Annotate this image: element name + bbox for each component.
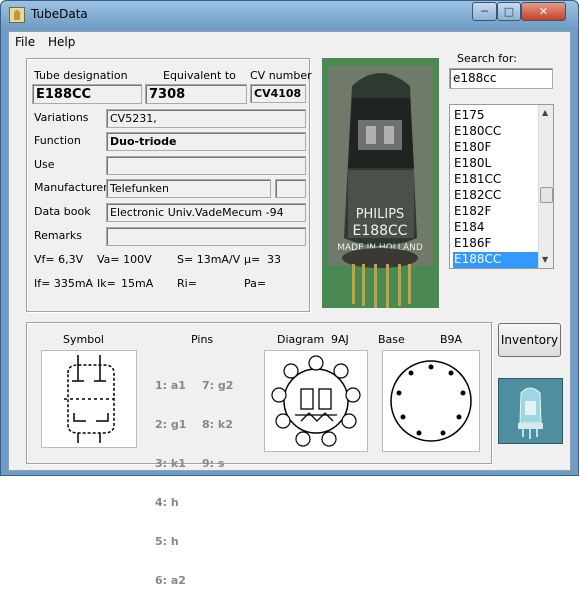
tube-logo-icon <box>499 379 562 443</box>
mu-label: µ= <box>244 253 261 266</box>
connection-svg <box>271 355 361 447</box>
ri-value: Ri= <box>177 277 197 290</box>
equivalent-field[interactable]: 7308 <box>145 84 247 104</box>
list-item[interactable]: E181CC <box>453 172 539 188</box>
cv-label: CV number <box>250 69 312 82</box>
use-field[interactable] <box>106 156 306 175</box>
search-input[interactable]: e188cc <box>449 68 553 89</box>
function-field[interactable]: Duo-triode <box>106 132 306 151</box>
ik-value: 15mA <box>121 277 154 290</box>
remarks-label: Remarks <box>34 229 82 242</box>
base-diagram <box>382 350 480 452</box>
databook-field[interactable]: Electronic Univ.VadeMecum -94 <box>106 203 306 222</box>
tube-symbol-diagram <box>41 350 137 448</box>
menu-bar: File Help <box>9 32 570 52</box>
variations-label: Variations <box>34 111 89 124</box>
list-item[interactable]: E186F <box>453 236 539 252</box>
maximize-button[interactable]: □ <box>497 2 521 21</box>
base-svg <box>390 360 472 442</box>
tube-data-panel: Tube designation Equivalent to CV number… <box>26 58 312 312</box>
va-value: Va= 100V <box>97 253 152 266</box>
base-code: B9A <box>440 333 463 346</box>
pin-entry: 1: a1 <box>155 379 186 392</box>
remarks-field[interactable] <box>106 227 306 246</box>
photo-brand: PHILIPS <box>356 207 405 222</box>
scroll-down-arrow-icon[interactable]: ▼ <box>542 255 548 264</box>
tube-app-icon <box>9 7 25 23</box>
app-window: TubeData ─ □ ✕ File Help Tube designatio… <box>0 0 579 587</box>
if-value: If= 335mA <box>34 277 94 290</box>
base-label: Base <box>378 333 405 346</box>
designation-field[interactable]: E188CC <box>32 84 142 104</box>
tube-photo-svg: PHILIPS E188CC MADE IN HOLLAND <box>322 58 439 308</box>
vf-value: Vf= 6,3V <box>34 253 84 266</box>
designation-label: Tube designation <box>34 69 128 82</box>
pa-value: Pa= <box>244 277 267 290</box>
menu-help[interactable]: Help <box>48 35 75 49</box>
pin-entry: 7: g2 <box>202 379 234 392</box>
use-label: Use <box>34 158 55 171</box>
manufacturer-field[interactable]: Telefunken <box>106 179 271 198</box>
pin-entry: 9: s <box>202 457 225 470</box>
list-item[interactable]: E180CC <box>453 124 539 140</box>
pin-entry: 6: a2 <box>155 574 186 587</box>
photo-type: E188CC <box>352 223 407 239</box>
tube-listbox[interactable]: E175 E180CC E180F E180L E181CC E182CC E1… <box>449 104 554 269</box>
pins-label: Pins <box>191 333 214 346</box>
scroll-thumb[interactable] <box>540 187 553 203</box>
manufacturer-label: Manufacturer <box>34 181 108 194</box>
pin-entry: 2: g1 <box>155 418 187 431</box>
diagram-code: 9AJ <box>331 333 349 346</box>
client-area: File Help Tube designation Equivalent to… <box>8 31 571 587</box>
variations-field[interactable]: CV5231, <box>106 109 306 128</box>
title-bar[interactable]: TubeData ─ □ ✕ <box>1 1 578 29</box>
tube-diagrams-panel: Symbol Pins Diagram 9AJ Base B9A 1: a1 2… <box>26 322 492 587</box>
function-label: Function <box>34 134 81 147</box>
inventory-button[interactable]: Inventory <box>498 323 561 357</box>
close-button[interactable]: ✕ <box>521 2 566 21</box>
databook-label: Data book <box>34 205 91 218</box>
pin-connection-diagram <box>264 350 368 452</box>
window-title: TubeData <box>31 7 88 21</box>
pins-list-left: 1: a1 2: g1 3: k1 4: h 5: h 6: a2 <box>155 353 186 613</box>
menu-file[interactable]: File <box>15 35 35 49</box>
list-item-selected[interactable]: E188CC <box>453 252 539 268</box>
s-value: S= 13mA/V <box>177 253 241 266</box>
list-item[interactable]: E182F <box>453 204 539 220</box>
list-item[interactable]: E184 <box>453 220 539 236</box>
cv-field[interactable]: CV4108 <box>250 84 306 103</box>
equivalent-label: Equivalent to <box>163 69 236 82</box>
tube-photo: PHILIPS E188CC MADE IN HOLLAND <box>322 58 439 308</box>
tube-logo <box>498 378 563 444</box>
ik-label: Ik= <box>97 277 116 290</box>
pin-entry: 4: h <box>155 496 179 509</box>
list-item[interactable]: E182CC <box>453 188 539 204</box>
symbol-svg <box>64 355 115 443</box>
pin-entry: 8: k2 <box>202 418 233 431</box>
pin-entry: 3: k1 <box>155 457 186 470</box>
list-scrollbar[interactable]: ▲ ▼ <box>538 105 553 268</box>
search-label: Search for: <box>457 52 517 65</box>
mu-value: 33 <box>267 253 281 266</box>
manufacturer-extra-field[interactable] <box>275 179 306 198</box>
pin-entry: 5: h <box>155 535 179 548</box>
scroll-up-arrow-icon[interactable]: ▲ <box>542 108 548 117</box>
minimize-button[interactable]: ─ <box>472 2 497 21</box>
list-item[interactable]: E180F <box>453 140 539 156</box>
list-item[interactable]: E175 <box>453 108 539 124</box>
pins-list-right: 7: g2 8: k2 9: s <box>202 353 233 496</box>
diagram-label: Diagram <box>277 333 325 346</box>
list-item[interactable]: E180L <box>453 156 539 172</box>
symbol-label: Symbol <box>63 333 104 346</box>
